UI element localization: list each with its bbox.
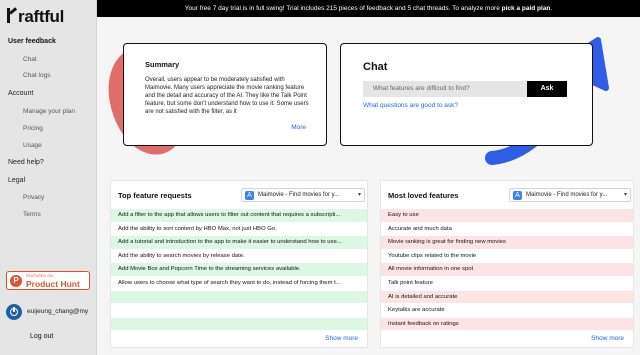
trial-banner: Your free 7 day trial is in full swing! … [97,0,640,17]
app-selector[interactable]: A Maimovie - Find movies for y... ▾ [241,188,365,202]
user-name: euijeung_chang@my [27,308,89,315]
chat-title: Chat [363,61,388,73]
logout-button[interactable]: Log out [30,333,53,340]
kraftful-logo[interactable]: raftful [7,7,64,27]
nav-item-pricing[interactable]: Pricing [23,125,43,132]
list-item[interactable]: Easy to use [381,209,633,223]
summary-more-link[interactable]: More [291,124,306,131]
product-hunt-badge[interactable]: P FEATURED ON Product Hunt [6,271,90,290]
list-item[interactable]: Add the ability to sort content by HBO M… [111,222,367,237]
sidebar: raftful User feedback Chat Chat logs Acc… [0,0,97,355]
loved-show-more-link[interactable]: Show more [591,335,624,342]
logo-text: raftful [18,7,65,26]
list-item[interactable]: AI is detailed and accurate [381,290,633,305]
list-item[interactable]: Instant feedback on ratings [381,317,633,332]
loved-features-panel: Most loved features A Maimovie - Find mo… [380,180,634,348]
k-logo-icon [7,8,17,23]
nav-item-chat-logs[interactable]: Chat logs [23,72,50,79]
suggested-question-link[interactable]: What questions are good to ask? [363,102,458,109]
list-item[interactable]: Add the ability to search movies by rele… [111,249,367,264]
list-item[interactable]: Talk point feature [381,276,633,291]
product-hunt-label: Product Hunt [26,279,80,289]
app-store-icon: A [245,191,254,200]
app-store-icon: A [513,191,522,200]
loved-features-list: Easy to use Accurate and much data Movie… [381,209,633,332]
list-item[interactable]: Accurate and much data [381,222,633,237]
pick-paid-plan-link[interactable]: pick a paid plan [502,5,551,12]
feature-requests-title: Top feature requests [118,191,192,200]
requests-show-more-link[interactable]: Show more [325,335,358,342]
summary-card: Summary Overall, users appear to be mode… [123,43,327,146]
feature-requests-list: Add a filter to the app that allows user… [111,209,367,332]
summary-text: Overall, users appear to be moderately s… [145,77,309,115]
nav-item-terms[interactable]: Terms [23,211,41,218]
app-selector-label: Maimovie - Find movies for y... [258,192,340,198]
nav-item-privacy[interactable]: Privacy [23,194,44,201]
nav-section-legal[interactable]: Legal [8,177,25,184]
nav-item-usage[interactable]: Usage [23,142,42,149]
user-account[interactable]: euijeung_chang@my [6,304,96,322]
app-selector[interactable]: A Maimovie - Find movies for y... ▾ [509,188,631,202]
avatar [6,304,22,320]
list-item[interactable]: Keytalks are accurate [381,304,633,318]
app-selector-label: Maimovie - Find movies for y... [526,192,608,198]
list-item[interactable]: Allow users to choose what type of searc… [111,276,367,291]
banner-end: . [550,5,553,12]
list-item[interactable]: Add Movie Box and Popcorn Time to the st… [111,263,367,277]
loved-features-title: Most loved features [388,191,459,200]
list-item[interactable]: All movie information in one spot [381,263,633,277]
nav-section-user-feedback[interactable]: User feedback [8,38,56,45]
banner-text: Your free 7 day trial is in full swing! … [184,5,502,12]
chat-card: Chat What features are difficult to find… [340,43,593,146]
list-item [111,290,367,305]
list-item[interactable]: Add a tutorial and introduction to the a… [111,236,367,250]
list-item[interactable]: Youtube clips related to the movie [381,249,633,264]
product-hunt-featured-label: FEATURED ON [26,274,54,278]
list-item [111,317,367,332]
product-hunt-icon: P [10,275,22,287]
chevron-down-icon: ▾ [623,192,627,198]
nav-section-need-help[interactable]: Need help? [8,159,44,166]
list-item[interactable]: Add a filter to the app that allows user… [111,209,367,223]
list-item [111,304,367,318]
nav-item-manage-plan[interactable]: Manage your plan [23,108,75,115]
chat-input[interactable]: What features are difficult to find? [363,81,527,97]
nav-section-account[interactable]: Account [8,90,33,97]
ask-button[interactable]: Ask [527,81,567,97]
summary-title: Summary [145,60,180,69]
chevron-down-icon: ▾ [357,192,361,198]
list-item[interactable]: Movie ranking is great for finding new m… [381,236,633,250]
nav-item-chat[interactable]: Chat [23,56,37,63]
feature-requests-panel: Top feature requests A Maimovie - Find m… [110,180,368,348]
